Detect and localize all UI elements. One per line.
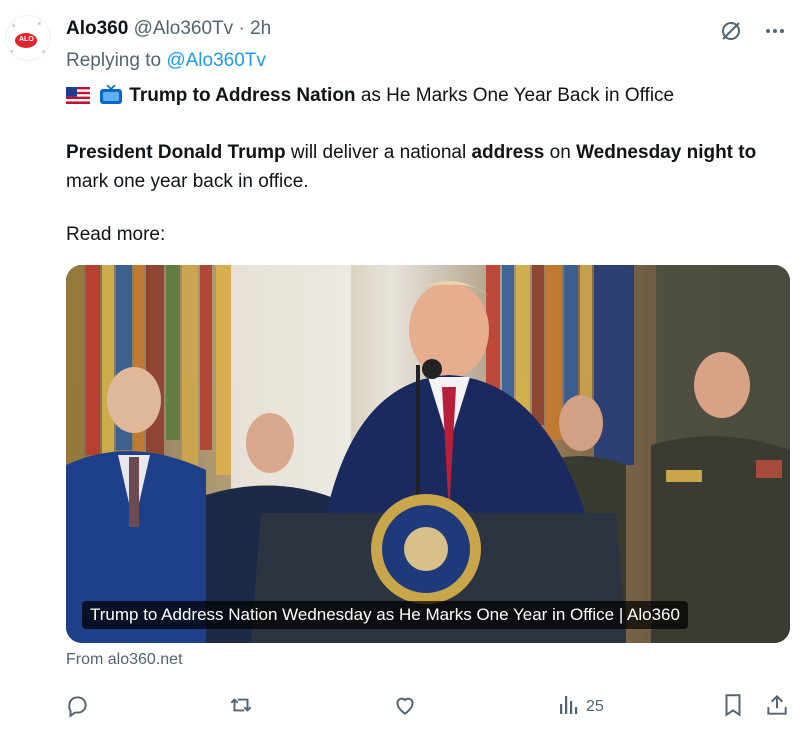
tweet-time[interactable]: 2h xyxy=(250,18,271,39)
tweet-top-actions xyxy=(718,18,788,44)
avatar-logo-text: ALO xyxy=(19,36,34,43)
card-caption: Trump to Address Nation Wednesday as He … xyxy=(82,601,688,629)
retweet-button[interactable] xyxy=(228,692,254,723)
like-button[interactable] xyxy=(392,692,418,723)
header-separator: · xyxy=(238,18,245,39)
bookmark-button[interactable] xyxy=(720,692,746,723)
share-icon xyxy=(764,692,790,723)
read-more-text: Read more: xyxy=(66,224,166,245)
avatar-logo: ALO xyxy=(15,33,37,48)
share-button[interactable] xyxy=(764,692,790,723)
tweet-headline: Trump to Address Nation as He Marks One … xyxy=(66,82,674,110)
headline-bold: Trump to Address Nation xyxy=(129,85,356,106)
reply-context: Replying to @Alo360Tv xyxy=(66,48,266,74)
avatar[interactable]: ALO xyxy=(6,16,50,60)
tweet-header: Alo360 @Alo360Tv · 2h xyxy=(66,16,271,42)
body-text-2: on xyxy=(549,142,571,163)
bookmark-icon xyxy=(720,692,746,723)
reply-prefix: Replying to xyxy=(66,50,162,71)
retweet-icon xyxy=(228,692,254,723)
author-name[interactable]: Alo360 xyxy=(66,18,128,39)
tweet-body: President Donald Trump will deliver a na… xyxy=(66,138,766,196)
us-flag-icon xyxy=(66,85,90,104)
like-icon xyxy=(392,692,418,723)
reply-button[interactable] xyxy=(64,692,90,723)
link-card[interactable]: Trump to Address Nation Wednesday as He … xyxy=(66,265,790,643)
avatar-speck xyxy=(12,24,15,27)
author-handle[interactable]: @Alo360Tv xyxy=(134,18,234,39)
headline-rest: as He Marks One Year Back in Office xyxy=(360,85,675,106)
reply-handle-link[interactable]: @Alo360Tv xyxy=(166,50,266,71)
body-bold-3: Wednesday night to xyxy=(576,142,757,163)
views-button[interactable]: 25 xyxy=(558,692,604,721)
grok-icon[interactable] xyxy=(718,18,744,44)
body-text-1: will deliver a national xyxy=(290,142,467,163)
body-bold-1: President Donald Trump xyxy=(66,142,286,163)
card-photo xyxy=(66,265,790,643)
reply-icon xyxy=(64,692,90,723)
views-icon xyxy=(558,692,580,721)
body-text-3: mark one year back in office. xyxy=(66,171,309,192)
avatar-speck xyxy=(38,22,41,25)
avatar-speck xyxy=(10,50,13,53)
views-count: 25 xyxy=(586,697,604,715)
body-bold-2: address xyxy=(471,142,545,163)
tv-icon xyxy=(99,84,123,105)
more-icon[interactable] xyxy=(762,18,788,44)
avatar-speck xyxy=(42,50,45,53)
tweet-actions: 25 xyxy=(0,686,810,726)
card-source[interactable]: From alo360.net xyxy=(66,651,183,669)
